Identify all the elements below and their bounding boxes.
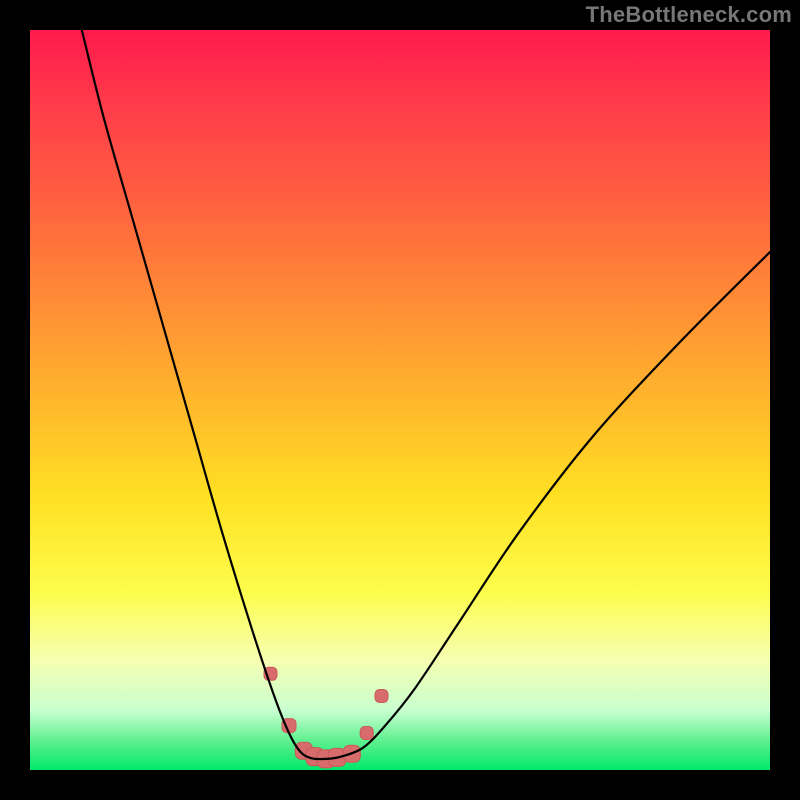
outer-frame: TheBottleneck.com [0, 0, 800, 800]
chart-svg [30, 30, 770, 770]
curve-marker [360, 727, 373, 740]
plot-area [30, 30, 770, 770]
curve-marker [375, 690, 388, 703]
watermark-text: TheBottleneck.com [586, 2, 792, 28]
bottleneck-curve [82, 30, 770, 759]
